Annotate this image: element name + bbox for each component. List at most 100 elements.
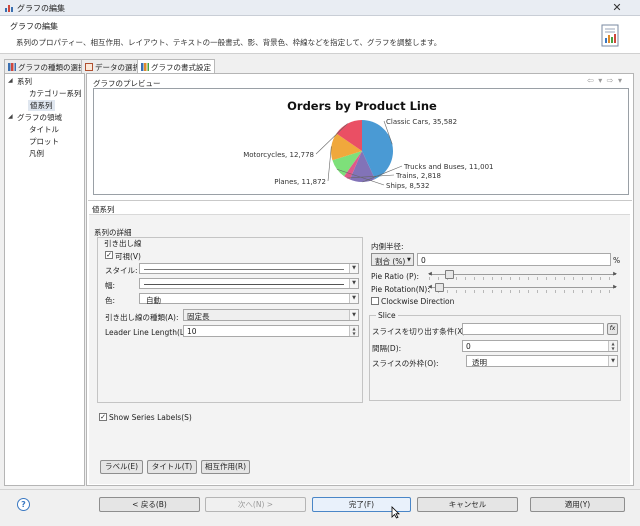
pie-rotation-label: Pie Rotation(N): xyxy=(371,285,430,294)
chart-preview: Orders by Product Line Classic Cars, 35,… xyxy=(93,88,629,195)
leader-type-value: 固定長 xyxy=(187,312,210,321)
apply-button[interactable]: 適用(Y) xyxy=(530,497,625,512)
pie-chart: Orders by Product Line Classic Cars, 35,… xyxy=(243,99,494,190)
slice-distance-spinner[interactable]: 0 ▲ ▼ xyxy=(462,340,618,352)
tab-label: グラフの種類の選択 xyxy=(18,63,86,72)
back-button[interactable]: < 戻る(B) xyxy=(99,497,200,512)
cancel-button[interactable]: キャンセル xyxy=(417,497,518,512)
mouse-cursor-icon xyxy=(391,506,400,519)
color-select[interactable]: 自動 ▼ xyxy=(139,293,359,305)
next-button[interactable]: 次へ(N) > xyxy=(205,497,306,512)
slider-right-icon: ▶ xyxy=(613,284,617,290)
chart-app-icon xyxy=(5,5,13,12)
slice-distance-value: 0 xyxy=(466,342,471,351)
dialog-header: グラフの編集 系列のプロパティー、相互作用、レイアウト、テキストの一般書式、影、… xyxy=(0,16,640,54)
slider-thumb[interactable] xyxy=(435,283,444,292)
chevron-down-icon: ▼ xyxy=(608,356,617,366)
line-width-preview xyxy=(144,284,344,285)
chevron-down-icon: ▼ xyxy=(349,294,358,303)
slider-ticks xyxy=(429,290,616,293)
radius-mode-select[interactable]: 割合 (%) ▼ xyxy=(371,253,414,266)
inner-radius-input[interactable]: 0 xyxy=(417,253,611,266)
tree-item-category-series[interactable]: カテゴリー系列 xyxy=(29,88,82,99)
chevron-down-icon: ▼ xyxy=(407,257,411,263)
tree-expand-icon[interactable]: ◢ xyxy=(8,113,13,120)
width-label: 幅: xyxy=(105,281,116,290)
slice-label: Trains, 2,818 xyxy=(395,172,441,180)
header-title: グラフの編集 xyxy=(10,22,58,31)
slider-track xyxy=(429,274,616,275)
leader-group-label: 引き出し線 xyxy=(104,239,142,248)
slider-left-icon: ◀ xyxy=(428,284,432,290)
slider-track xyxy=(429,287,616,288)
slider-ticks xyxy=(429,277,616,280)
slice-outline-select[interactable]: 透明 ▼ xyxy=(466,355,618,367)
spinner-arrows-icon[interactable]: ▲ ▼ xyxy=(349,326,358,336)
leader-visible-checkbox[interactable]: ✓ xyxy=(105,251,113,259)
slice-label: Ships, 8,532 xyxy=(386,182,429,190)
slice-condition-input[interactable] xyxy=(462,323,604,335)
window-title: グラフの編集 xyxy=(17,4,65,13)
labels-button[interactable]: ラベル(E) xyxy=(100,460,143,474)
spinner-arrows-icon[interactable]: ▲ ▼ xyxy=(608,341,617,351)
help-icon[interactable]: ? xyxy=(17,498,30,511)
chevron-down-icon: ▼ xyxy=(349,310,358,320)
chevron-down-icon: ▼ xyxy=(349,264,358,273)
show-series-labels-label: Show Series Labels(S) xyxy=(109,413,192,422)
tab-format[interactable]: グラフの書式設定 xyxy=(137,59,215,74)
chevron-down-icon: ▼ xyxy=(349,279,358,288)
data-table-icon xyxy=(85,63,93,71)
slice-outline-label: スライスの外枠(O): xyxy=(372,359,439,368)
expression-builder-button[interactable]: fx xyxy=(607,323,618,335)
color-value: 自動 xyxy=(146,296,161,305)
leader-visible-label: 可視(V) xyxy=(115,252,141,261)
slider-thumb[interactable] xyxy=(444,270,454,279)
tab-label: グラフの書式設定 xyxy=(151,63,211,72)
document-chart-icon xyxy=(601,24,619,47)
pie-rotation-slider[interactable]: ◀ ▶ xyxy=(428,283,617,293)
clockwise-checkbox[interactable] xyxy=(371,297,379,305)
tab-data-select[interactable]: データの選択 xyxy=(81,59,144,73)
tree-item-legend[interactable]: 凡例 xyxy=(29,148,44,159)
close-icon[interactable]: ✕ xyxy=(606,1,628,15)
title-button[interactable]: タイトル(T) xyxy=(147,460,197,474)
pie-ratio-label: Pie Ratio (P): xyxy=(371,272,419,281)
leader-type-select[interactable]: 固定長 ▼ xyxy=(183,309,359,321)
percent-unit: % xyxy=(613,256,621,265)
style-label: スタイル: xyxy=(105,266,138,275)
slider-right-icon: ▶ xyxy=(613,271,617,277)
tab-label: データの選択 xyxy=(95,63,140,72)
slice-label: Planes, 11,872 xyxy=(274,178,326,186)
tree-item-title[interactable]: タイトル xyxy=(29,124,59,135)
format-chart-icon xyxy=(141,63,149,71)
pie-ratio-slider[interactable]: ◀ ▶ xyxy=(428,270,617,280)
tree-item-value-series[interactable]: 値系列 xyxy=(28,100,55,111)
show-series-labels-checkbox[interactable]: ✓ xyxy=(99,413,107,421)
style-select[interactable]: ▼ xyxy=(139,263,359,274)
slice-label: Motorcycles, 12,778 xyxy=(243,151,314,159)
slice-label: Trucks and Buses, 11,001 xyxy=(403,163,494,171)
leader-length-label: Leader Line Length(L): xyxy=(105,328,190,337)
clockwise-label: Clockwise Direction xyxy=(381,297,455,306)
title-bar: グラフの編集 ✕ xyxy=(0,0,640,16)
radius-mode-value: 割合 (%) xyxy=(375,257,406,266)
inner-radius-value: 0 xyxy=(421,256,426,265)
slice-distance-label: 間隔(D): xyxy=(372,344,402,353)
nav-arrows-icon[interactable]: ⇦ ▾ ⇨ ▾ xyxy=(587,76,623,85)
line-style-preview xyxy=(144,269,344,270)
leader-length-spinner[interactable]: 10 ▲ ▼ xyxy=(183,325,359,337)
slider-left-icon: ◀ xyxy=(428,271,432,277)
bar-chart-icon xyxy=(8,63,16,71)
width-select[interactable]: ▼ xyxy=(139,278,359,289)
header-description: 系列のプロパティー、相互作用、レイアウト、テキストの一般書式、影、背景色、枠線な… xyxy=(16,38,442,47)
slice-group-label: Slice xyxy=(376,311,398,320)
tree-expand-icon[interactable]: ◢ xyxy=(8,77,13,84)
chart-title: Orders by Product Line xyxy=(287,99,437,113)
tree-item-series[interactable]: 系列 xyxy=(17,76,32,87)
slice-outline-value: 透明 xyxy=(472,358,487,367)
interactivity-button[interactable]: 相互作用(R) xyxy=(201,460,250,474)
tree-item-chart-area[interactable]: グラフの領域 xyxy=(17,112,62,123)
tab-chart-type[interactable]: グラフの種類の選択 xyxy=(4,59,90,73)
fx-icon: fx xyxy=(609,325,616,332)
tree-item-plot[interactable]: プロット xyxy=(29,136,59,147)
